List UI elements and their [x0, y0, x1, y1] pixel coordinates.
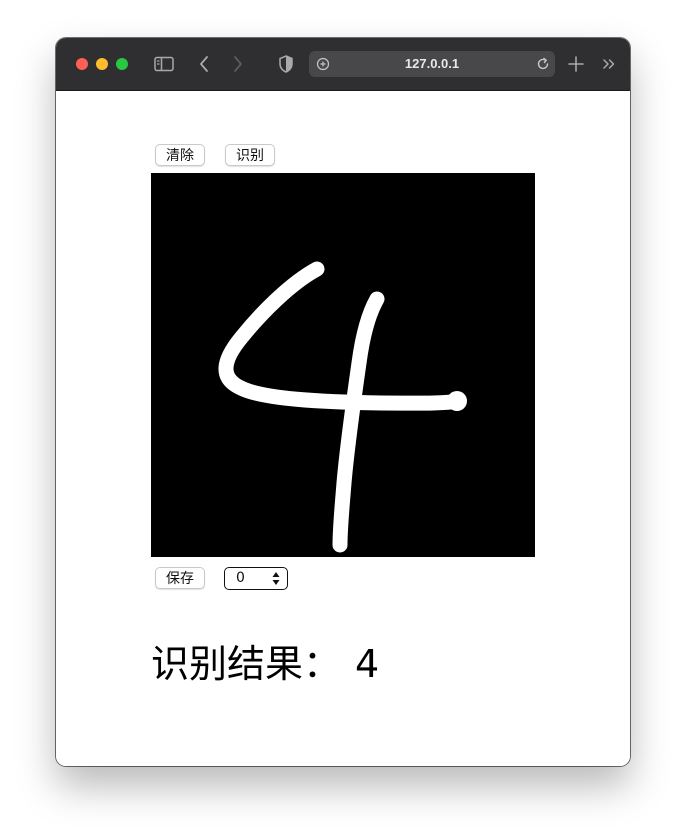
- back-icon[interactable]: [192, 52, 216, 76]
- address-bar[interactable]: 127.0.0.1: [309, 51, 555, 77]
- new-tab-icon[interactable]: [564, 52, 588, 76]
- handwritten-digit-stroke: [218, 261, 467, 553]
- minimize-window-button[interactable]: [96, 58, 108, 70]
- label-select-value: 0: [236, 570, 245, 586]
- browser-titlebar: 127.0.0.1: [56, 38, 630, 91]
- clear-button[interactable]: 清除: [155, 144, 205, 166]
- result-label: 识别结果：: [151, 642, 342, 686]
- more-icon[interactable]: [597, 52, 621, 76]
- browser-window: 127.0.0.1 清除 识别 保存 0 识别结果： 4: [56, 38, 630, 766]
- close-window-button[interactable]: [76, 58, 88, 70]
- reload-icon[interactable]: [531, 52, 555, 76]
- shield-icon[interactable]: [274, 52, 298, 76]
- result-value: 4: [355, 642, 380, 686]
- zoom-window-button[interactable]: [116, 58, 128, 70]
- sidebar-icon[interactable]: [152, 52, 176, 76]
- drawing-canvas[interactable]: [151, 173, 535, 557]
- label-select[interactable]: 0: [224, 567, 288, 590]
- forward-icon[interactable]: [226, 52, 250, 76]
- page-content: 清除 识别 保存 0 识别结果： 4: [56, 91, 630, 766]
- recognition-result: 识别结果： 4: [151, 637, 379, 691]
- save-button[interactable]: 保存: [155, 567, 205, 589]
- select-arrows-icon: [272, 572, 280, 585]
- url-text: 127.0.0.1: [404, 56, 460, 71]
- recognize-button[interactable]: 识别: [225, 144, 275, 166]
